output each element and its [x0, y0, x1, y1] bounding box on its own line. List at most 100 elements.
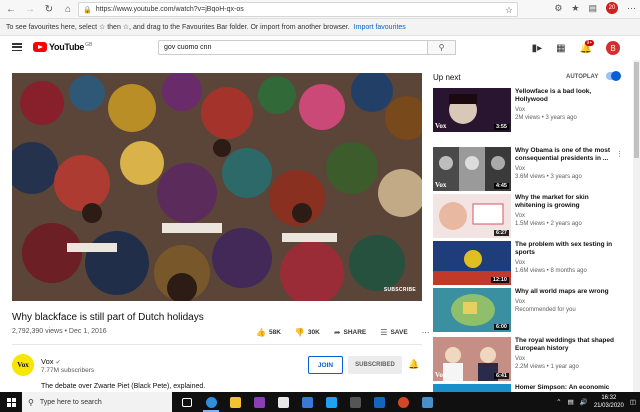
twitter-icon[interactable]: [320, 392, 342, 412]
page: ← → ↻ ⌂ 🔒 https://www.youtube.com/watch?…: [0, 0, 640, 412]
profile-badge[interactable]: 20: [606, 2, 618, 14]
menu-icon[interactable]: [12, 43, 22, 51]
autoplay-toggle[interactable]: [606, 71, 621, 81]
vox-watermark-icon: Vox: [435, 181, 447, 189]
video-thumbnail[interactable]: 12:10: [433, 241, 511, 285]
clock[interactable]: 16:32 21/03/2020: [594, 394, 624, 410]
subscribed-button[interactable]: SUBSCRIBED: [348, 356, 402, 374]
suggested-video-title[interactable]: The problem with sex testing in sports: [515, 241, 615, 257]
scrollbar-thumb[interactable]: [634, 62, 639, 158]
channel-name-row: Vox ✔: [41, 357, 61, 366]
suggested-video-channel[interactable]: Vox: [515, 107, 525, 113]
refresh-icon[interactable]: ↻: [41, 1, 57, 17]
channel-name[interactable]: Vox: [41, 357, 54, 366]
search-button[interactable]: ⚲: [428, 40, 456, 55]
forward-icon[interactable]: →: [22, 1, 38, 17]
url-text: https://www.youtube.com/watch?v=jBqoH-qx…: [95, 6, 244, 13]
channel-avatar[interactable]: Vox: [12, 354, 34, 376]
like-button[interactable]: 👍 58K: [256, 328, 281, 337]
video-thumbnail[interactable]: Vox 3:55: [433, 88, 511, 132]
mail-icon[interactable]: [296, 392, 318, 412]
notification-count: 9+: [584, 39, 595, 46]
create-video-icon[interactable]: ▮▸: [532, 43, 543, 54]
join-button[interactable]: JOIN: [308, 356, 343, 374]
suggested-video-title[interactable]: Homer Simpson: An economic: [515, 384, 615, 392]
suggested-video-5[interactable]: 6:00 Why all world maps are wrong Vox Re…: [433, 288, 623, 334]
suggested-video-1[interactable]: Vox 3:55 Yellowface is a bad look, Holly…: [433, 88, 623, 134]
suggested-video-7[interactable]: Homer Simpson: An economic: [433, 384, 623, 392]
calendar-icon[interactable]: [368, 392, 390, 412]
system-tray: ⌃ ▤ 🔊 16:32 21/03/2020 ◫: [556, 392, 636, 412]
suggested-video-channel[interactable]: Vox: [515, 299, 525, 305]
collections-icon[interactable]: ▤: [588, 3, 597, 14]
suggested-video-title[interactable]: Why the market for skin whitening is gro…: [515, 194, 615, 210]
taskbar-search-box[interactable]: ⚲ Type here to search: [22, 392, 172, 412]
suggested-video-channel[interactable]: Vox: [515, 213, 525, 219]
verified-check-icon: ✔: [55, 360, 61, 366]
tray-chevron-icon[interactable]: ⌃: [556, 398, 561, 406]
more-actions-button[interactable]: ⋯: [422, 328, 430, 337]
suggested-video-title[interactable]: The royal weddings that shaped European …: [515, 337, 615, 353]
autoplay-label: AUTOPLAY: [566, 74, 599, 80]
photos-icon[interactable]: [416, 392, 438, 412]
video-player[interactable]: SUBSCRIBE: [12, 73, 422, 301]
volume-icon[interactable]: 🔊: [580, 398, 588, 406]
home-icon[interactable]: ⌂: [60, 1, 76, 17]
network-icon[interactable]: ▤: [568, 398, 574, 406]
onenote-icon[interactable]: [248, 392, 270, 412]
like-count: 58K: [268, 329, 281, 336]
video-thumbnail[interactable]: Vox 4:45: [433, 147, 511, 191]
youtube-logo[interactable]: YouTube GB: [33, 42, 92, 52]
import-favourites-link[interactable]: Import favourites: [354, 24, 406, 31]
suggested-video-title[interactable]: Why all world maps are wrong: [515, 288, 615, 296]
video-thumbnail[interactable]: 6:27: [433, 194, 511, 238]
avatar[interactable]: B: [606, 41, 620, 55]
more-options-icon[interactable]: ⋮: [616, 150, 623, 158]
browser-toolbar-right: ⚙ ★ ▤ 20 ⋯: [554, 2, 636, 14]
back-icon[interactable]: ←: [3, 1, 19, 17]
powerpoint-icon[interactable]: [392, 392, 414, 412]
save-button[interactable]: ☰ SAVE: [380, 328, 407, 337]
edge-browser-icon[interactable]: [200, 392, 222, 412]
task-view-icon[interactable]: [176, 392, 198, 412]
suggested-video-channel[interactable]: Vox: [515, 166, 525, 172]
notifications-bell-icon[interactable]: 🔔 9+: [580, 39, 595, 54]
subscribe-watermark[interactable]: SUBSCRIBE: [384, 287, 416, 293]
suggested-video-2[interactable]: Vox 4:45 Why Obama is one of the most co…: [433, 147, 623, 193]
favourites-icon[interactable]: ★: [571, 3, 579, 14]
suggested-video-channel[interactable]: Vox: [515, 356, 525, 362]
channel-notification-bell-icon[interactable]: 🔔: [408, 359, 419, 370]
share-label: SHARE: [343, 329, 367, 336]
dislike-button[interactable]: 👎 30K: [295, 328, 320, 337]
apps-grid-icon[interactable]: ▦: [556, 43, 565, 54]
share-button[interactable]: ➦ SHARE: [334, 328, 366, 337]
video-thumbnail[interactable]: [433, 384, 511, 392]
suggested-video-3[interactable]: 6:27 Why the market for skin whitening i…: [433, 194, 623, 240]
suggested-video-views: 3.6M views • 3 years ago: [515, 174, 582, 180]
file-explorer-icon[interactable]: [224, 392, 246, 412]
notifications-icon[interactable]: ◫: [630, 398, 636, 406]
suggested-video-6[interactable]: Vox 6:41 The royal weddings that shaped …: [433, 337, 623, 383]
share-icon: ➦: [333, 328, 341, 337]
start-button[interactable]: [0, 392, 22, 412]
suggested-video-views: 2M views • 3 years ago: [515, 115, 577, 121]
favourite-star-icon[interactable]: ☆: [505, 5, 513, 16]
store-icon[interactable]: [272, 392, 294, 412]
suggested-video-title[interactable]: Yellowface is a bad look, Hollywood: [515, 88, 615, 104]
url-field[interactable]: 🔒 https://www.youtube.com/watch?v=jBqoH-…: [78, 2, 518, 17]
channel-subscriber-count: 7.77M subscribers: [41, 367, 95, 374]
youtube-header: YouTube GB gov cuomo cnn ⚲ ▮▸ ▦ 🔔 9+ B: [0, 36, 640, 60]
up-next-heading: Up next: [433, 73, 461, 82]
suggested-video-4[interactable]: 12:10 The problem with sex testing in sp…: [433, 241, 623, 287]
suggested-video-views: 1.5M views • 2 years ago: [515, 221, 582, 227]
video-thumbnail[interactable]: 6:00: [433, 288, 511, 332]
extensions-icon[interactable]: ⚙: [554, 3, 562, 14]
settings-more-icon[interactable]: ⋯: [627, 3, 636, 14]
suggested-video-channel[interactable]: Vox: [515, 260, 525, 266]
search-input[interactable]: gov cuomo cnn: [158, 40, 428, 55]
video-thumbnail[interactable]: Vox 6:41: [433, 337, 511, 381]
suggested-video-title[interactable]: Why Obama is one of the most consequenti…: [515, 147, 615, 163]
calculator-icon[interactable]: [344, 392, 366, 412]
dislike-count: 30K: [307, 329, 320, 336]
page-scrollbar[interactable]: [633, 60, 640, 392]
